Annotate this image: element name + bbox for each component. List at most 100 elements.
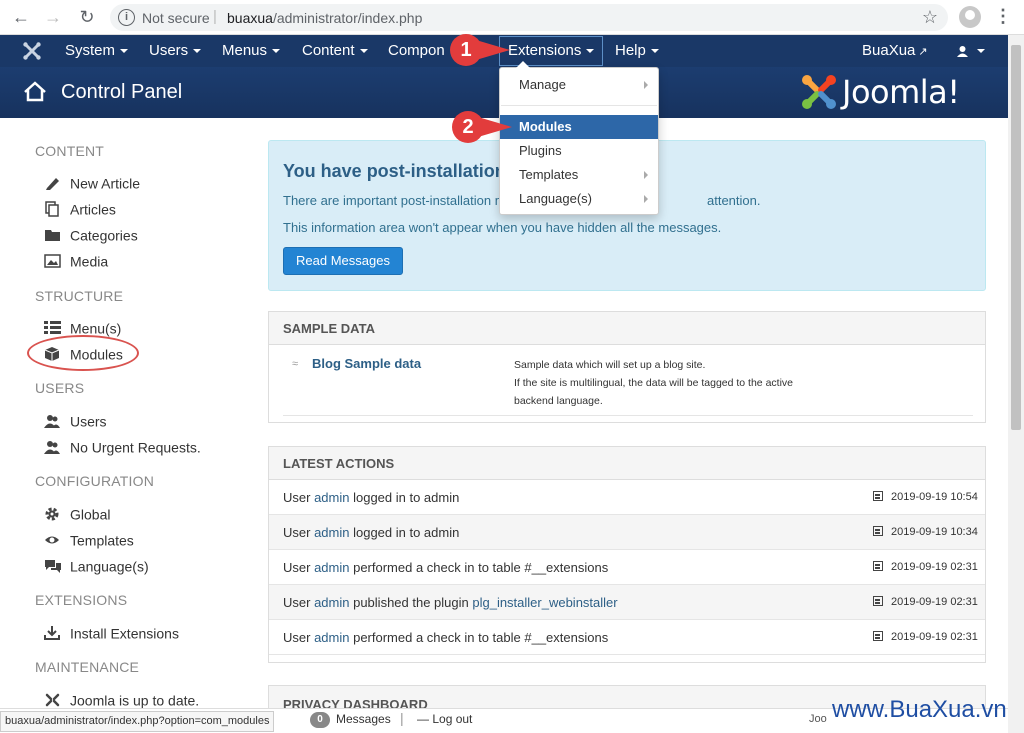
site-link[interactable]: BuaXua ↗ bbox=[862, 35, 928, 67]
dropdown-notch bbox=[516, 61, 530, 68]
url-separator: | bbox=[213, 8, 217, 25]
sidebar-item-menus[interactable]: Menu(s) bbox=[44, 317, 121, 337]
menu-system[interactable]: System bbox=[65, 35, 129, 67]
sidebar-item-privacy-requests[interactable]: No Urgent Requests. bbox=[44, 436, 201, 456]
users-icon bbox=[44, 415, 60, 429]
sample-data-item: ≈ Blog Sample data Sample data which wil… bbox=[283, 346, 973, 416]
menu-content[interactable]: Content bbox=[302, 35, 368, 67]
alert-title: You have post-installation bbox=[283, 161, 506, 181]
dropdown-divider bbox=[501, 105, 657, 106]
callout-2: 2 bbox=[452, 111, 518, 143]
sample-data-heading: SAMPLE DATA bbox=[269, 312, 985, 345]
info-icon[interactable]: i bbox=[118, 9, 135, 26]
alert-text-2: This information area won't appear when … bbox=[283, 220, 722, 235]
profile-avatar-icon[interactable] bbox=[959, 6, 981, 28]
user-link[interactable]: admin bbox=[314, 490, 349, 505]
user-menu[interactable] bbox=[956, 35, 985, 67]
blog-sample-data-link[interactable]: Blog Sample data bbox=[312, 356, 421, 371]
plugin-link[interactable]: plg_installer_webinstaller bbox=[472, 595, 617, 610]
status-url-preview: buaxua/administrator/index.php?option=co… bbox=[0, 711, 275, 732]
sidebar-item-new-article[interactable]: New Article bbox=[44, 172, 140, 192]
dropdown-item-modules[interactable]: Modules bbox=[500, 115, 658, 139]
sidebar-heading-extensions: EXTENSIONS bbox=[35, 592, 128, 608]
action-row: User admin performed a check in to table… bbox=[269, 620, 985, 655]
download-icon bbox=[44, 626, 60, 641]
submenu-arrow-icon bbox=[644, 81, 648, 89]
sample-data-description: Sample data which will set up a blog sit… bbox=[514, 359, 793, 407]
read-messages-button[interactable]: Read Messages bbox=[283, 247, 403, 275]
messages-link[interactable]: Messages bbox=[336, 712, 391, 726]
extensions-dropdown: Manage Modules Plugins Templates Languag… bbox=[499, 61, 659, 215]
menu-users[interactable]: Users bbox=[149, 35, 202, 67]
calendar-icon bbox=[873, 631, 883, 641]
pencil-icon bbox=[46, 178, 59, 191]
dropdown-item-templates[interactable]: Templates bbox=[500, 163, 658, 187]
sidebar-heading-structure: STRUCTURE bbox=[35, 288, 124, 304]
gear-icon bbox=[45, 507, 59, 521]
joomla-logo-icon[interactable] bbox=[22, 41, 42, 61]
browser-menu-icon[interactable]: ⋮ bbox=[994, 6, 1012, 27]
sidebar-item-global[interactable]: Global bbox=[44, 503, 110, 523]
user-icon bbox=[957, 45, 968, 57]
user-link[interactable]: admin bbox=[314, 560, 349, 575]
back-arrow-icon[interactable]: ← bbox=[10, 6, 32, 28]
sample-data-panel: SAMPLE DATA ≈ Blog Sample data Sample da… bbox=[268, 311, 986, 423]
list-icon bbox=[44, 321, 61, 335]
page-title: Control Panel bbox=[61, 81, 183, 103]
dropdown-item-languages[interactable]: Language(s) bbox=[500, 187, 658, 211]
sidebar-item-templates[interactable]: Templates bbox=[44, 529, 134, 549]
sidebar-heading-configuration: CONFIGURATION bbox=[35, 473, 155, 489]
reload-icon[interactable]: ↻ bbox=[76, 6, 98, 28]
users-icon bbox=[44, 441, 60, 455]
sidebar-item-media[interactable]: Media bbox=[44, 250, 108, 270]
page-scrollbar[interactable] bbox=[1008, 35, 1024, 733]
sidebar-item-categories[interactable]: Categories bbox=[44, 224, 138, 244]
sidebar-heading-content: CONTENT bbox=[35, 143, 105, 159]
sidebar-item-users[interactable]: Users bbox=[44, 410, 107, 430]
address-bar[interactable]: i Not secure | buaxua/administrator/inde… bbox=[110, 4, 948, 31]
sidebar-item-install-extensions[interactable]: Install Extensions bbox=[44, 622, 179, 642]
joomla-version-text: Joo bbox=[809, 713, 827, 725]
logout-link[interactable]: — Log out bbox=[417, 712, 472, 726]
dropdown-item-manage[interactable]: Manage bbox=[500, 73, 658, 97]
modules-highlight-circle bbox=[27, 335, 139, 371]
image-icon bbox=[44, 254, 61, 269]
menu-components[interactable]: Compon bbox=[388, 35, 445, 67]
joomla-brand-logo: Joomla! bbox=[800, 73, 985, 113]
sidebar-heading-users: USERS bbox=[35, 380, 85, 396]
scrollbar-thumb[interactable] bbox=[1011, 45, 1021, 430]
dropdown-item-plugins[interactable]: Plugins bbox=[500, 139, 658, 163]
latest-actions-heading: LATEST ACTIONS bbox=[269, 447, 985, 480]
calendar-icon bbox=[873, 526, 883, 536]
url-text[interactable]: buaxua/administrator/index.php bbox=[227, 10, 422, 26]
alert-text-1: There are important post-installation m bbox=[283, 193, 506, 208]
copy-icon bbox=[45, 201, 59, 218]
callout-1: 1 bbox=[450, 34, 516, 66]
home-icon bbox=[24, 81, 46, 102]
calendar-icon bbox=[873, 561, 883, 571]
security-label: Not secure bbox=[142, 10, 210, 26]
calendar-icon bbox=[873, 491, 883, 501]
user-link[interactable]: admin bbox=[314, 630, 349, 645]
user-link[interactable]: admin bbox=[314, 525, 349, 540]
sidebar-item-articles[interactable]: Articles bbox=[44, 198, 116, 218]
bookmark-star-icon[interactable]: ☆ bbox=[922, 7, 938, 28]
action-row: User admin logged in to admin 2019-09-19… bbox=[269, 515, 985, 550]
joomla-icon bbox=[45, 694, 60, 707]
action-row: User admin published the plugin plg_inst… bbox=[269, 585, 985, 620]
wifi-icon: ≈ bbox=[292, 358, 299, 370]
sidebar-item-languages[interactable]: Language(s) bbox=[44, 555, 149, 575]
sidebar-item-joomla-update[interactable]: Joomla is up to date. bbox=[44, 689, 199, 709]
menu-menus[interactable]: Menus bbox=[222, 35, 281, 67]
folder-icon bbox=[45, 230, 60, 242]
forward-arrow-icon[interactable]: → bbox=[42, 6, 64, 28]
joomla-logo-icon bbox=[802, 75, 836, 109]
user-link[interactable]: admin bbox=[314, 595, 349, 610]
menu-help[interactable]: Help bbox=[615, 35, 659, 67]
external-link-icon: ↗ bbox=[918, 46, 928, 58]
browser-toolbar: ← → ↻ i Not secure | buaxua/administrato… bbox=[0, 0, 1024, 35]
logout-arrow-icon: — bbox=[417, 712, 429, 726]
messages-count-badge[interactable]: 0 bbox=[310, 712, 330, 728]
action-row: User admin logged in to admin 2019-09-19… bbox=[269, 480, 985, 515]
watermark: www.BuaXua.vn bbox=[832, 696, 1007, 723]
